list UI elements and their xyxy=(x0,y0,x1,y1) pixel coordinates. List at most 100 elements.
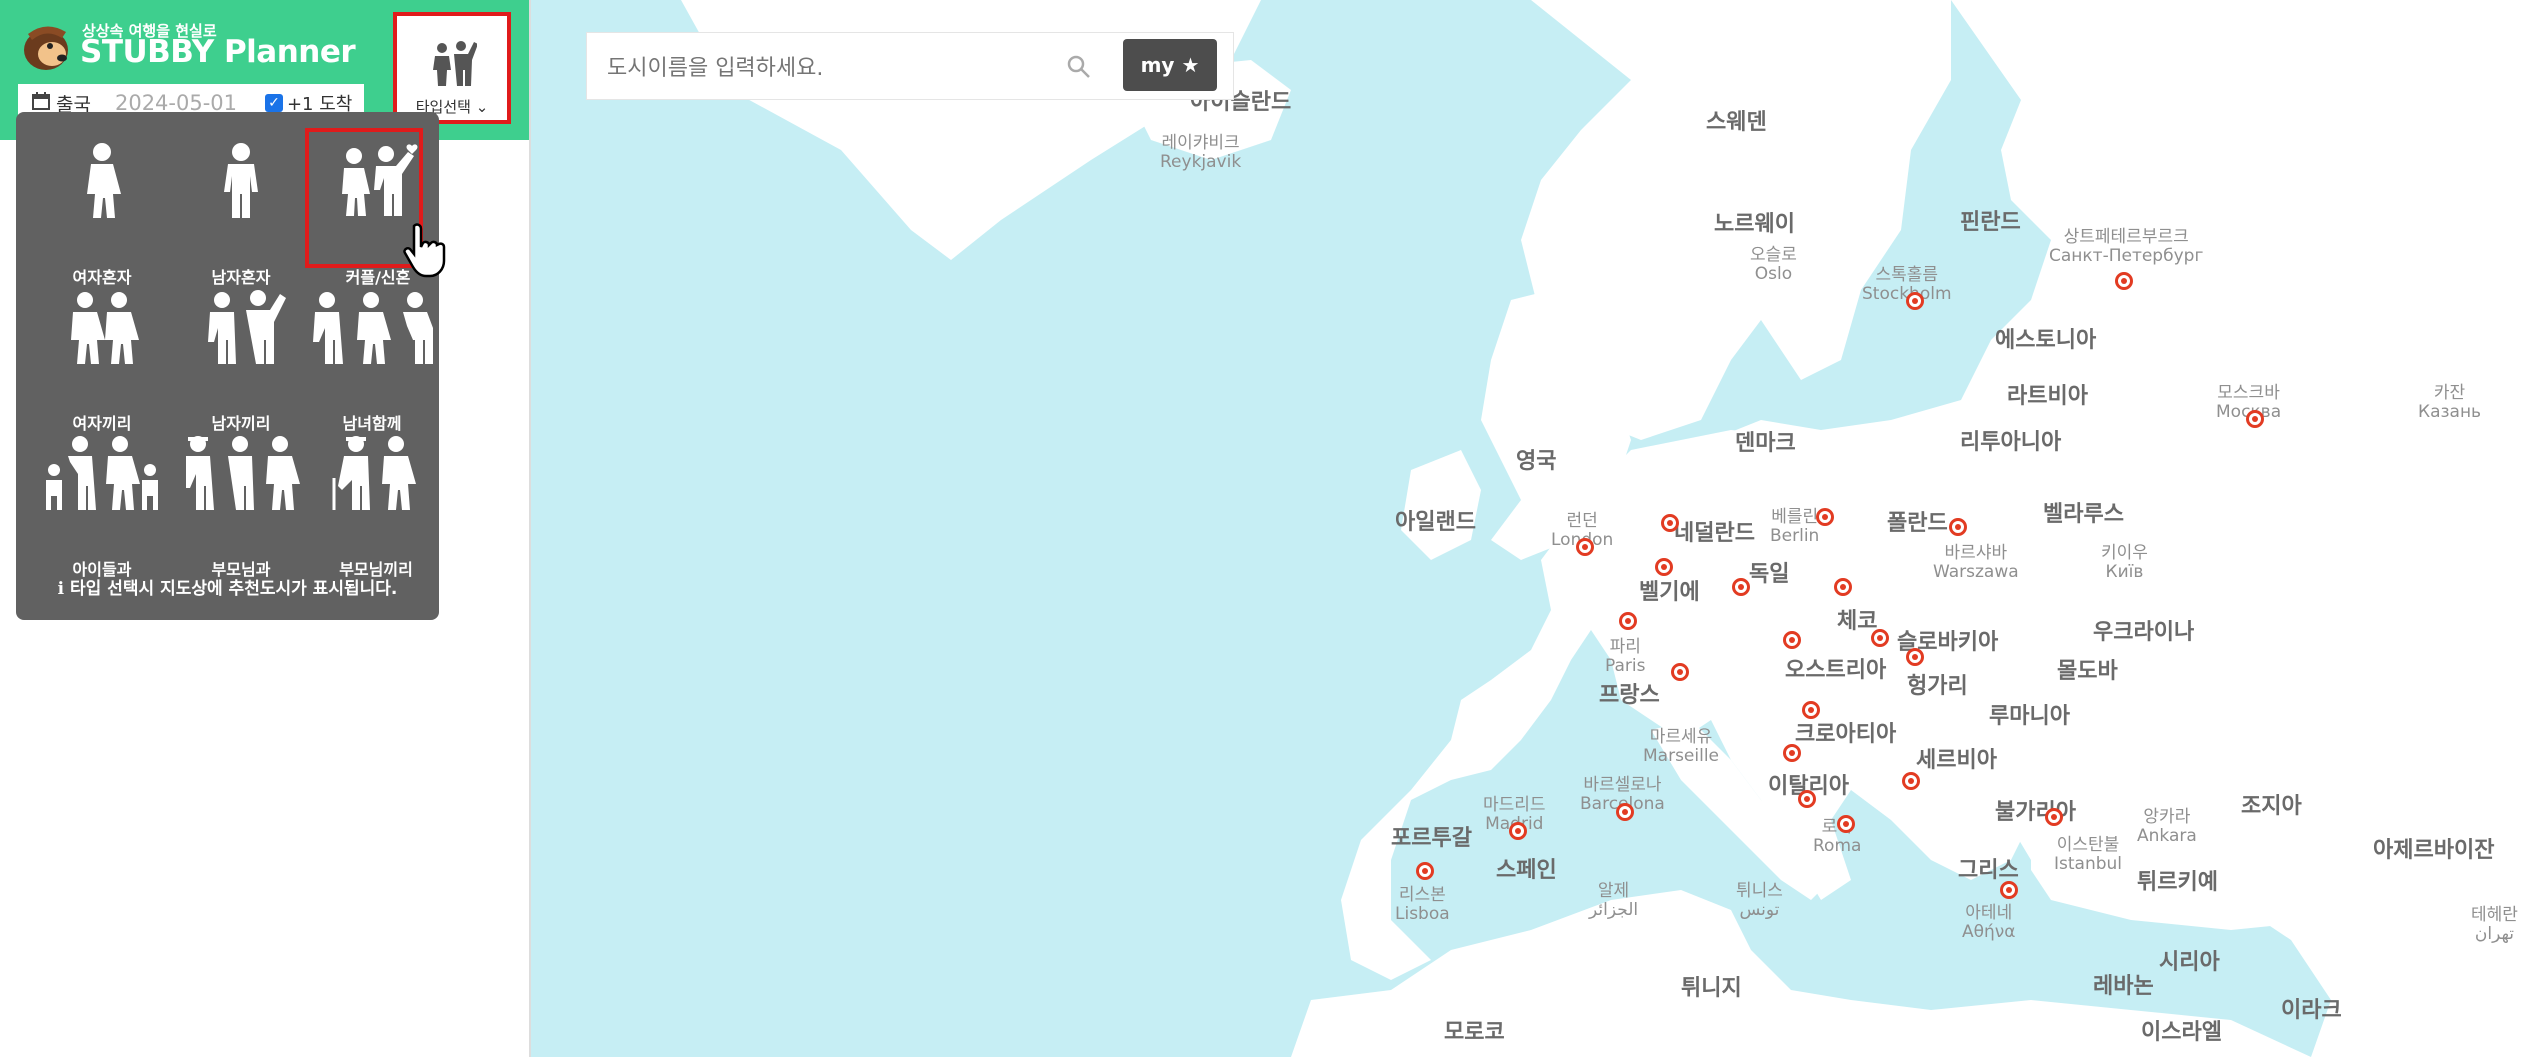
country-label: 포르투갈 xyxy=(1391,826,1472,851)
city-label: 튀니스 تونس xyxy=(1736,881,1783,920)
city-label: 파리 Paris xyxy=(1605,637,1646,676)
city-marker[interactable] xyxy=(1616,803,1634,821)
type-option-male-group[interactable]: 남자끼리 xyxy=(171,288,311,433)
type-option-with-kids[interactable]: 아이들과 xyxy=(32,434,172,579)
country-label: 아일랜드 xyxy=(1395,510,1476,535)
type-panel-note: ℹ 타입 선택시 지도상에 추천도시가 표시됩니다. xyxy=(57,579,398,599)
city-label: 오슬로 Oslo xyxy=(1750,245,1797,284)
country-label: 리투아니아 xyxy=(1960,430,2062,455)
city-label: 베를린 Berlin xyxy=(1770,507,1820,546)
country-label: 덴마크 xyxy=(1735,431,1796,456)
country-label: 레바논 xyxy=(2093,974,2154,999)
type-option-female-group[interactable]: 여자끼리 xyxy=(32,288,172,433)
city-label: 이스탄불 Istanbul xyxy=(2054,835,2123,874)
europe-map[interactable]: 아이슬란드 스웨덴 노르웨이 핀란드 에스토니아 라트비아 리투아니아 덴마크 … xyxy=(531,0,2540,1057)
country-label: 이라크 xyxy=(2281,998,2342,1023)
country-label: 튀르키예 xyxy=(2137,870,2218,895)
country-label: 우크라이나 xyxy=(2093,620,2195,645)
city-marker[interactable] xyxy=(1802,701,1820,719)
type-option-label: 남자혼자 xyxy=(211,268,271,287)
city-marker[interactable] xyxy=(1834,578,1852,596)
city-marker[interactable] xyxy=(1949,518,1967,536)
country-label: 프랑스 xyxy=(1599,683,1660,708)
city-marker[interactable] xyxy=(1661,514,1679,532)
country-label: 아제르바이잔 xyxy=(2373,838,2495,863)
my-favorites-button[interactable]: my ★ xyxy=(1123,39,1217,91)
city-label: 레이캬비크 Reykjavik xyxy=(1160,133,1242,172)
type-option-label: 남녀함께 xyxy=(342,414,402,433)
city-marker[interactable] xyxy=(1619,612,1637,630)
city-marker[interactable] xyxy=(1798,790,1816,808)
city-label: 바르샤바 Warszawa xyxy=(1933,543,2019,582)
country-label: 라트비아 xyxy=(2007,384,2088,409)
city-marker[interactable] xyxy=(1732,578,1750,596)
city-marker[interactable] xyxy=(2000,881,2018,899)
country-label: 벨기에 xyxy=(1639,580,1700,605)
city-marker[interactable] xyxy=(1871,629,1889,647)
country-label: 독일 xyxy=(1749,562,1790,587)
type-option-parents-only[interactable]: 부모님끼리 xyxy=(306,434,446,579)
city-marker[interactable] xyxy=(1906,648,1924,666)
city-marker[interactable] xyxy=(2246,410,2264,428)
info-icon: ℹ xyxy=(57,579,65,599)
brand-title: STUBBY Planner xyxy=(80,34,356,70)
couple-icon xyxy=(433,41,477,86)
city-marker[interactable] xyxy=(1783,744,1801,762)
country-label: 핀란드 xyxy=(1960,210,2021,235)
type-option-male-solo[interactable]: 남자혼자 xyxy=(171,142,311,287)
city-label: 마르세유 Marseille xyxy=(1643,727,1720,766)
type-option-label: 여자끼리 xyxy=(72,414,132,433)
type-select-button[interactable]: 타입선택 ⌄ xyxy=(393,12,511,124)
country-label: 불가리아 xyxy=(1995,800,2076,825)
city-label: 카잔 Казань xyxy=(2418,383,2482,422)
city-marker[interactable] xyxy=(1906,292,1924,310)
with-kids-icon xyxy=(46,436,158,510)
mixed-group-icon xyxy=(313,292,433,364)
arrival-plus-one-checkbox[interactable]: ✓ xyxy=(264,94,283,112)
type-option-female-solo[interactable]: 여자혼자 xyxy=(32,142,172,287)
country-label: 루마니아 xyxy=(1989,704,2070,729)
country-label: 몰도바 xyxy=(2057,659,2118,684)
city-label: 키이우 Київ xyxy=(2101,543,2148,582)
country-label: 세르비아 xyxy=(1916,748,1997,773)
city-marker[interactable] xyxy=(1576,538,1594,556)
city-search-input[interactable] xyxy=(605,49,1009,87)
female-group-icon xyxy=(71,292,139,364)
city-marker[interactable] xyxy=(1902,772,1920,790)
country-label: 체코 xyxy=(1837,609,1878,634)
country-label: 스페인 xyxy=(1496,858,1557,883)
city-marker[interactable] xyxy=(2115,272,2133,290)
country-label: 벨라루스 xyxy=(2043,502,2124,527)
city-label: 상트페테르부르크 Санкт-Петербург xyxy=(2049,227,2204,266)
country-label: 그리스 xyxy=(1958,858,2019,883)
country-label: 영국 xyxy=(1516,449,1557,474)
type-option-with-parents[interactable]: 부모님과 xyxy=(171,434,311,579)
country-label: 조지아 xyxy=(2241,794,2302,819)
country-label: 튀니지 xyxy=(1681,976,1742,1001)
city-label: 앙카라 Ankara xyxy=(2137,807,2197,846)
type-option-label: 남자끼리 xyxy=(211,414,271,433)
city-marker[interactable] xyxy=(1783,631,1801,649)
star-icon: ★ xyxy=(1181,53,1200,77)
hand-cursor-icon xyxy=(403,223,446,278)
map-land xyxy=(681,0,2540,1057)
city-marker[interactable] xyxy=(2045,808,2063,826)
city-label: 알제 الجزائر xyxy=(1589,881,1639,920)
type-option-mixed-group[interactable]: 남녀함께 xyxy=(302,288,442,433)
sidebar: 상상속 여행을 현실로 STUBBY Planner 출국 ✓ +1 도착 타입… xyxy=(0,0,531,1057)
city-marker[interactable] xyxy=(1416,862,1434,880)
city-marker[interactable] xyxy=(1837,815,1855,833)
male-solo-icon xyxy=(224,143,258,218)
city-marker[interactable] xyxy=(1816,508,1834,526)
type-option-label: 여자혼자 xyxy=(72,268,132,287)
city-marker[interactable] xyxy=(1509,822,1527,840)
city-marker[interactable] xyxy=(1655,558,1673,576)
female-solo-icon xyxy=(87,143,121,218)
country-label: 오스트리아 xyxy=(1785,658,1887,683)
search-icon[interactable] xyxy=(1065,53,1093,81)
stubby-logo-icon xyxy=(24,26,68,70)
country-label: 헝가리 xyxy=(1907,674,1968,699)
city-marker[interactable] xyxy=(1671,663,1689,681)
city-label: 테헤란 تهران xyxy=(2471,905,2518,944)
city-search-bar: my ★ xyxy=(586,32,1234,100)
